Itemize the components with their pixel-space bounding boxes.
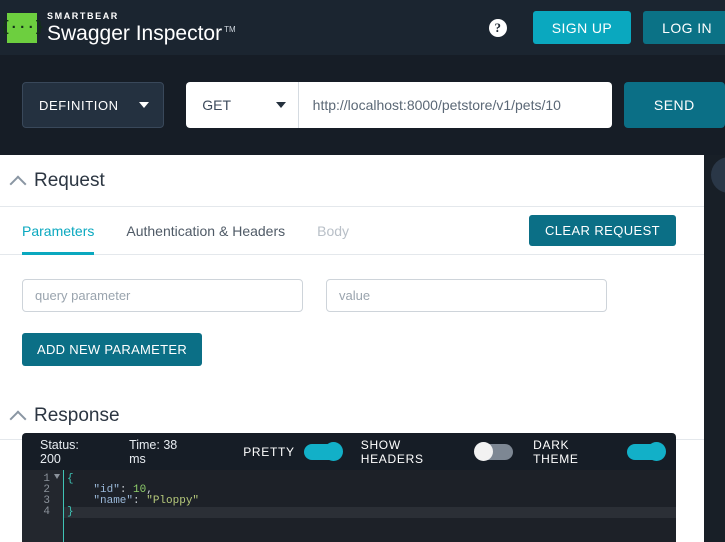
help-icon[interactable]: ? [489, 19, 507, 37]
request-toolbar: DEFINITION GET SEND [0, 55, 725, 155]
chevron-down-icon [276, 102, 286, 108]
definition-dropdown[interactable]: DEFINITION [22, 82, 164, 128]
request-section-title: Request [34, 170, 105, 192]
add-new-parameter-button[interactable]: ADD NEW PARAMETER [22, 333, 202, 366]
url-input[interactable] [299, 82, 612, 128]
header-actions: ? SIGN UP LOG IN [489, 0, 725, 55]
tab-body[interactable]: Body [317, 207, 349, 255]
response-panel: Status: 200 Time: 38 ms PRETTY SHOW HEAD… [22, 433, 676, 542]
log-in-button[interactable]: LOG IN [643, 11, 725, 44]
editor-gutter: 1 2 3 4 [22, 470, 63, 542]
status-badge: Status: 200 [40, 438, 103, 466]
pretty-label: PRETTY [243, 445, 295, 459]
query-parameter-input[interactable] [22, 279, 303, 312]
parameter-value-input[interactable] [326, 279, 607, 312]
brand-text: SMARTBEAR Swagger InspectorTM [47, 12, 236, 44]
response-toggles: PRETTY SHOW HEADERS DARK THEME [223, 438, 664, 466]
trademark-mark: TM [224, 25, 236, 34]
brand-company: SMARTBEAR [47, 12, 236, 21]
parameters-area: ADD NEW PARAMETER [0, 255, 704, 366]
request-section-header: Request [0, 155, 704, 207]
toggle-knob [474, 442, 493, 461]
sign-up-button[interactable]: SIGN UP [533, 11, 631, 44]
response-section-title: Response [34, 405, 120, 427]
code-line: } [63, 507, 676, 518]
clear-request-button[interactable]: CLEAR REQUEST [529, 215, 676, 246]
show-headers-toggle[interactable] [476, 444, 513, 460]
send-button[interactable]: SEND [624, 82, 725, 128]
http-method-value: GET [202, 97, 231, 113]
tab-authentication-headers[interactable]: Authentication & Headers [126, 207, 285, 255]
code-line: { [63, 474, 676, 485]
app-root: {···} SMARTBEAR Swagger InspectorTM ? SI… [0, 0, 725, 542]
brand-logo[interactable]: {···} SMARTBEAR Swagger InspectorTM [7, 12, 236, 44]
toggle-knob [647, 442, 666, 461]
tab-parameters[interactable]: Parameters [22, 207, 94, 255]
swagger-braces-icon: {···} [7, 13, 37, 43]
editor-cursor [63, 470, 64, 542]
chevron-down-icon [139, 102, 149, 108]
dark-theme-toggle-group: DARK THEME [533, 438, 664, 466]
fold-triangle-icon[interactable] [54, 474, 60, 479]
response-code-editor[interactable]: 1 2 3 4 { "id": 10, "name": "Ploppy" } [22, 470, 676, 542]
chevron-up-icon[interactable] [8, 171, 28, 191]
chevron-up-icon[interactable] [8, 406, 28, 426]
right-rail [704, 155, 725, 542]
show-headers-toggle-group: SHOW HEADERS [361, 438, 513, 466]
show-headers-label: SHOW HEADERS [361, 438, 468, 466]
toggle-knob [324, 442, 343, 461]
response-status-bar: Status: 200 Time: 38 ms PRETTY SHOW HEAD… [22, 433, 676, 470]
dark-theme-toggle[interactable] [627, 444, 664, 460]
definition-label: DEFINITION [39, 98, 119, 113]
response-time: Time: 38 ms [129, 438, 197, 466]
pretty-toggle-group: PRETTY [243, 444, 341, 460]
app-header: {···} SMARTBEAR Swagger InspectorTM ? SI… [0, 0, 725, 55]
dark-theme-label: DARK THEME [533, 438, 618, 466]
brand-product: Swagger InspectorTM [47, 23, 236, 44]
code-line: "name": "Ploppy" [63, 496, 676, 507]
http-method-select[interactable]: GET [186, 82, 298, 128]
line-number: 4 [22, 507, 63, 518]
pretty-toggle[interactable] [304, 444, 341, 460]
parameter-row [22, 279, 682, 312]
editor-code-area[interactable]: { "id": 10, "name": "Ploppy" } [63, 470, 676, 542]
request-tabs: Parameters Authentication & Headers Body… [0, 207, 704, 255]
